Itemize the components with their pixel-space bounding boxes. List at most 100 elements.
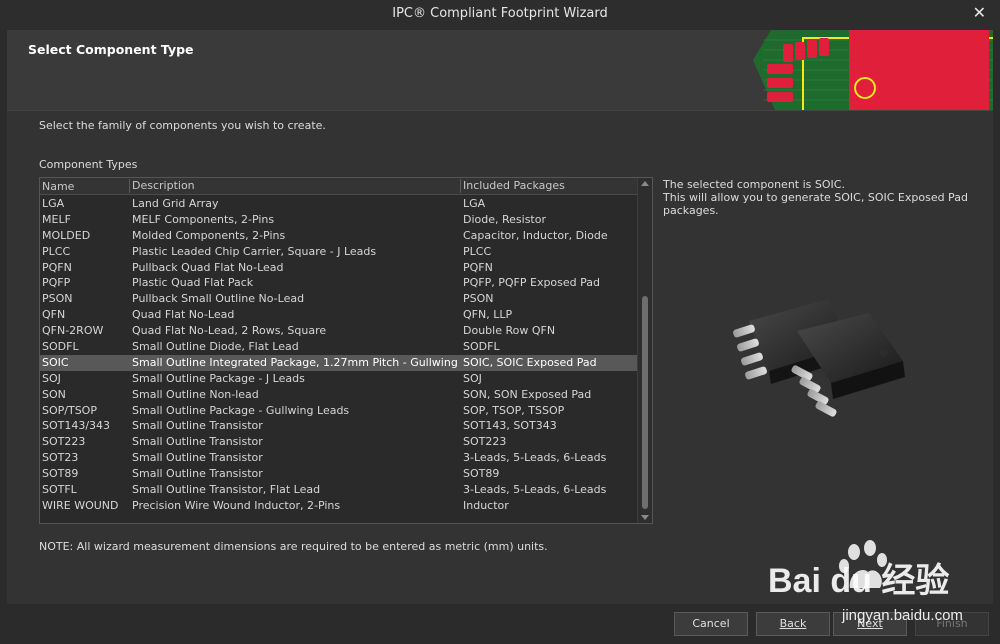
cell-included-packages: SOT143, SOT343 [463, 419, 557, 433]
cell-name: WIRE WOUND [42, 498, 119, 512]
table-row[interactable]: SOTFL Small Outline Transistor, Flat Lead… [40, 482, 637, 498]
column-header-description[interactable]: Description [129, 179, 195, 193]
table-row[interactable]: SODFL Small Outline Diode, Flat Lead SODFL [40, 339, 637, 355]
table-row[interactable]: SOT23 Small Outline Transistor 3-Leads, 5-… [40, 450, 637, 466]
cell-included-packages: 3-Leads, 5-Leads, 6-Leads [463, 451, 607, 465]
window-title: IPC® Compliant Footprint Wizard [392, 6, 608, 21]
next-button[interactable]: Next [833, 612, 907, 636]
cell-included-packages: SOJ [463, 371, 482, 385]
table-row[interactable]: PLCC Plastic Leaded Chip Carrier, Square … [40, 244, 637, 260]
table-row[interactable]: QFN Quad Flat No-Lead QFN, LLP [40, 307, 637, 323]
next-button-label: Next [857, 617, 883, 630]
cell-included-packages: SOP, TSOP, TSSOP [463, 403, 565, 417]
table-body: LGA Land Grid Array LGA MELF MELF Components… [40, 196, 637, 514]
cell-description: Small Outline Transistor, Flat Lead [132, 483, 321, 497]
cell-included-packages: SOIC, SOIC Exposed Pad [463, 355, 597, 369]
cell-included-packages: PLCC [463, 244, 492, 258]
cell-included-packages: Inductor [463, 498, 509, 512]
cell-name: SOT89 [42, 467, 79, 481]
cell-name: SOIC [42, 355, 69, 369]
cell-name: PSON [42, 292, 73, 306]
table-row[interactable]: SOJ Small Outline Package - J Leads SOJ [40, 371, 637, 387]
cell-included-packages: LGA [463, 197, 486, 210]
table-row[interactable]: SOP/TSOP Small Outline Package - Gullwing… [40, 403, 637, 419]
cell-included-packages: QFN, LLP [463, 308, 513, 322]
table-row[interactable]: LGA Land Grid Array LGA [40, 196, 637, 212]
cell-name: SOTFL [42, 483, 77, 497]
cell-description: Small Outline Transistor [132, 435, 263, 449]
table-row[interactable]: MOLDED Molded Components, 2-Pins Capacitor… [40, 228, 637, 244]
cell-description: MELF Components, 2-Pins [132, 212, 275, 226]
wizard-footer: Cancel Back Next Finish [0, 604, 1000, 644]
cell-description: Plastic Quad Flat Pack [132, 276, 254, 290]
cell-description: Small Outline Transistor [132, 467, 263, 481]
scroll-down-icon[interactable] [641, 515, 649, 520]
cell-name: LGA [42, 197, 65, 210]
cell-included-packages: 3-Leads, 5-Leads, 6-Leads [463, 483, 607, 497]
selection-info-line1: The selected component is SOIC. [663, 178, 845, 191]
cell-name: SODFL [42, 340, 79, 354]
finish-button[interactable]: Finish [915, 612, 989, 636]
table-row[interactable]: PQFP Plastic Quad Flat Pack PQFP, PQFP Exp… [40, 275, 637, 291]
cell-included-packages: PQFN [463, 260, 493, 274]
instruction-text: Select the family of components you wish… [39, 119, 326, 132]
table-row[interactable]: PSON Pullback Small Outline No-Lead PSON [40, 291, 637, 307]
back-button[interactable]: Back [756, 612, 830, 636]
cell-description: Small Outline Integrated Package, 1.27mm… [132, 355, 462, 369]
cell-name: QFN [42, 308, 66, 322]
cell-description: Molded Components, 2-Pins [132, 228, 286, 242]
cell-name: SOP/TSOP [42, 403, 97, 417]
cell-name: SON [42, 387, 66, 401]
cell-name: MOLDED [42, 228, 91, 242]
component-types-table[interactable]: Name Description Included Packages LGA La… [39, 177, 653, 524]
cell-name: MELF [42, 212, 71, 226]
title-bar: IPC® Compliant Footprint Wizard ✕ [0, 0, 1000, 30]
table-header: Name Description Included Packages [40, 178, 637, 195]
column-header-included-packages[interactable]: Included Packages [460, 179, 565, 193]
table-row[interactable]: SOT89 Small Outline Transistor SOT89 [40, 466, 637, 482]
scroll-up-icon[interactable] [641, 181, 649, 186]
table-row[interactable]: MELF MELF Components, 2-Pins Diode, Resist… [40, 212, 637, 228]
cell-name: SOT143/343 [42, 419, 111, 433]
cell-included-packages: SODFL [463, 340, 500, 354]
table-row[interactable]: WIRE WOUND Precision Wire Wound Inductor,… [40, 498, 637, 514]
table-row[interactable]: SOIC Small Outline Integrated Package, 1.… [40, 354, 637, 371]
cell-included-packages: SON, SON Exposed Pad [463, 387, 592, 401]
table-scrollbar[interactable] [637, 178, 652, 523]
cell-name: SOJ [42, 371, 61, 385]
soic-package-image [733, 299, 905, 417]
cell-description: Precision Wire Wound Inductor, 2-Pins [132, 498, 341, 512]
metric-units-note: NOTE: All wizard measurement dimensions … [39, 540, 548, 553]
cell-name: SOT23 [42, 451, 79, 465]
cell-description: Quad Flat No-Lead [132, 308, 235, 322]
cell-description: Small Outline Package - Gullwing Leads [132, 403, 350, 417]
cell-description: Small Outline Diode, Flat Lead [132, 340, 299, 354]
table-row[interactable]: SOT223 Small Outline Transistor SOT223 [40, 434, 637, 450]
cell-name: PQFN [42, 260, 72, 274]
cell-included-packages: Double Row QFN [463, 324, 556, 338]
selection-info-line2: This will allow you to generate SOIC, SO… [663, 191, 968, 217]
table-row[interactable]: SOT143/343 Small Outline Transistor SOT143… [40, 418, 637, 434]
table-row[interactable]: SON Small Outline Non-lead SON, SON Expose… [40, 387, 637, 403]
cancel-button[interactable]: Cancel [674, 612, 748, 636]
cell-name: QFN-2ROW [42, 324, 104, 338]
back-button-label: Back [779, 617, 807, 630]
cell-included-packages: PQFP, PQFP Exposed Pad [463, 276, 601, 290]
table-row[interactable]: QFN-2ROW Quad Flat No-Lead, 2 Rows, Squar… [40, 323, 637, 339]
cell-description: Small Outline Transistor [132, 451, 263, 465]
selection-info: The selected component is SOIC. This wil… [663, 178, 973, 217]
close-icon[interactable]: ✕ [973, 3, 986, 22]
cell-included-packages: SOT89 [463, 467, 500, 481]
column-header-name[interactable]: Name [42, 180, 74, 193]
cell-name: SOT223 [42, 435, 86, 449]
cell-description: Plastic Leaded Chip Carrier, Square - J … [132, 244, 377, 258]
pcb-footprint-illustration [753, 30, 993, 110]
cell-description: Small Outline Package - J Leads [132, 371, 305, 385]
cell-included-packages: SOT223 [463, 435, 507, 449]
cell-name: PQFP [42, 276, 71, 290]
cell-description: Quad Flat No-Lead, 2 Rows, Square [132, 324, 327, 338]
cell-included-packages: Capacitor, Inductor, Diode [463, 228, 608, 242]
wizard-content: Select the family of components you wish… [7, 110, 993, 604]
table-row[interactable]: PQFN Pullback Quad Flat No-Lead PQFN [40, 260, 637, 276]
scroll-thumb[interactable] [642, 296, 648, 509]
